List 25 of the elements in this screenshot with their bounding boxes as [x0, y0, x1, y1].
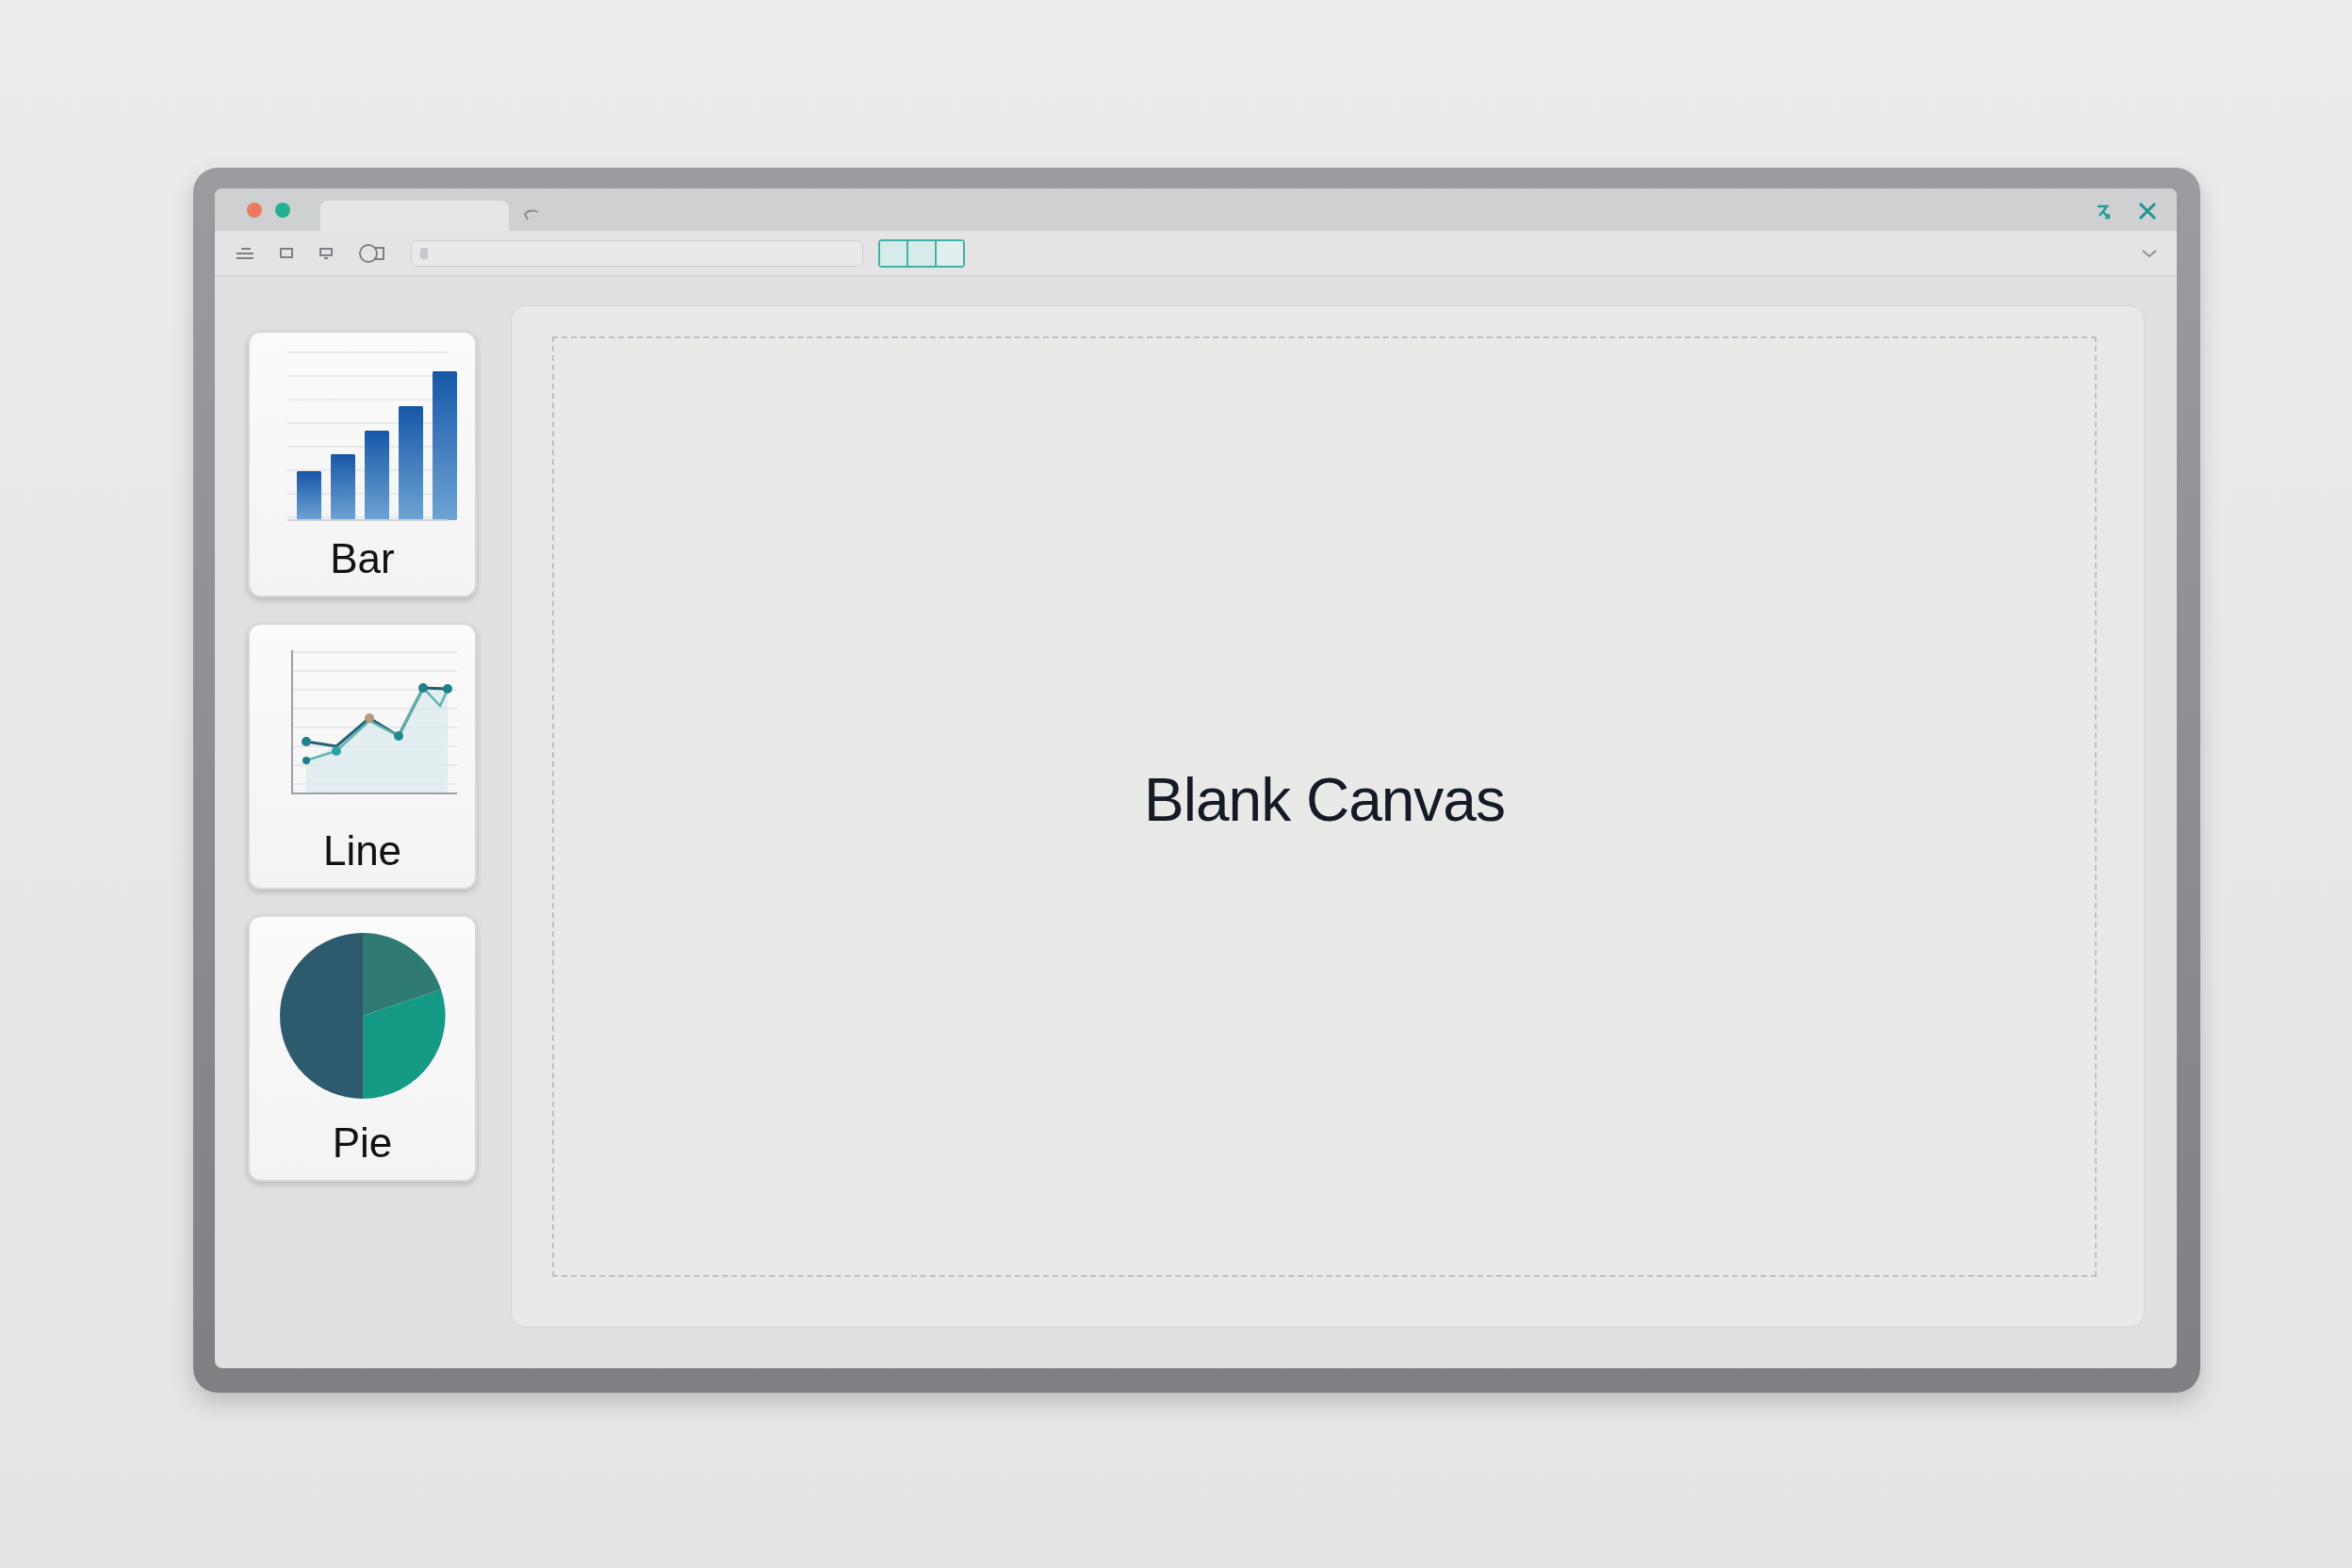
menu-icon[interactable] [236, 246, 254, 260]
drop-area[interactable]: Blank Canvas [552, 336, 2097, 1277]
data-point [393, 731, 403, 741]
chart-type-button[interactable]: Pie [248, 915, 477, 1182]
data-point [301, 737, 311, 746]
close-icon[interactable] [2137, 201, 2158, 221]
chart-type-button[interactable]: Bar [248, 331, 477, 597]
chart-type-button[interactable]: Line [248, 623, 477, 890]
canvas-label: Blank Canvas [1144, 765, 1505, 836]
address-field[interactable] [411, 239, 863, 267]
data-point [364, 713, 374, 723]
bar [296, 471, 321, 520]
monitor-icon[interactable] [318, 246, 334, 260]
chevron-down-icon[interactable] [2141, 247, 2158, 259]
maximize-dot[interactable] [275, 203, 290, 218]
close-dot[interactable] [247, 203, 262, 218]
page-icon [419, 246, 429, 260]
toggle-control[interactable] [878, 238, 965, 268]
bar [330, 454, 355, 520]
data-point [442, 684, 452, 694]
window-icon[interactable] [279, 246, 294, 260]
circles-icon[interactable] [358, 242, 386, 264]
data-point [417, 683, 428, 693]
data-point [331, 746, 341, 756]
data-point [302, 757, 310, 764]
